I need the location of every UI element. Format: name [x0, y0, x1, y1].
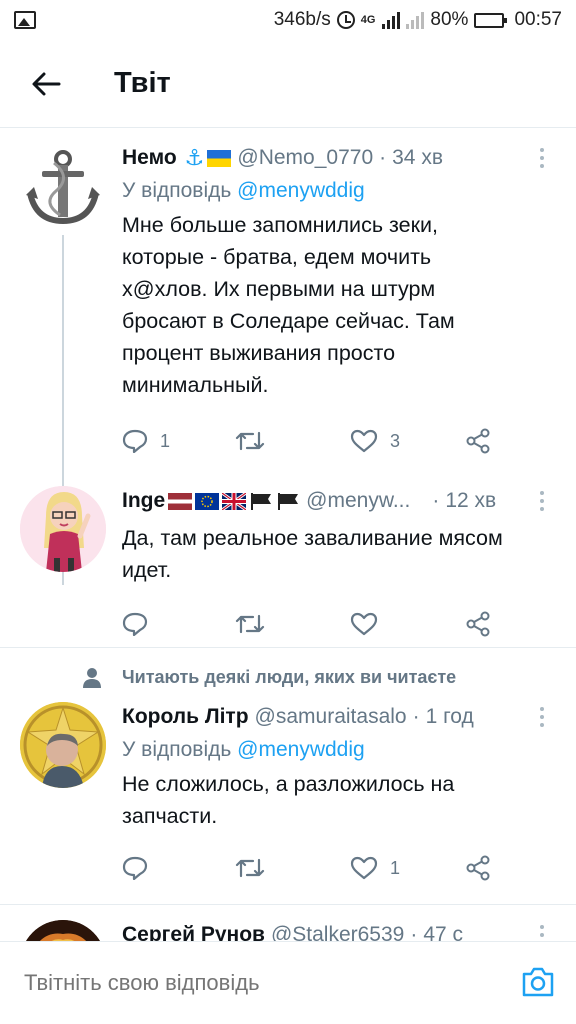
- black-flag-icon: [278, 492, 299, 510]
- tweet-actions: 1 3: [122, 421, 546, 461]
- ukraine-flag-icon: [207, 149, 232, 167]
- tweet-actions: [122, 604, 546, 644]
- eu-flag-icon: [195, 492, 220, 510]
- like-count: 3: [390, 430, 401, 451]
- timestamp[interactable]: 12 хв: [445, 489, 496, 513]
- alarm-icon: [336, 11, 355, 29]
- timestamp[interactable]: 34 хв: [392, 146, 443, 170]
- reply-to-link[interactable]: @menywddig: [237, 179, 365, 202]
- share-icon: [466, 428, 490, 454]
- reply-context: У відповідь @menywddig: [122, 179, 546, 203]
- tweet-text: Да, там реальное заваливание мясом идет.: [122, 526, 503, 582]
- retweet-icon: [235, 614, 265, 634]
- header: Твіт: [0, 40, 576, 128]
- share-button[interactable]: [465, 428, 491, 454]
- reply-prefix: У відповідь: [122, 179, 232, 202]
- reply-icon: [122, 612, 148, 636]
- user-handle[interactable]: @Stalker6539: [271, 923, 404, 941]
- timestamp[interactable]: 47 с: [423, 923, 463, 941]
- reply-count: 1: [160, 430, 171, 451]
- display-name[interactable]: Сергей Рунов: [122, 923, 265, 941]
- reply-icon: [122, 429, 148, 453]
- tweet-header: Король Літр @samuraitasalo · 1 год: [122, 705, 474, 729]
- tweet-header: Немо ⚓ @Nemo_0770 · 34 хв: [122, 145, 443, 170]
- reply-prefix: У відповідь: [122, 738, 232, 761]
- network-speed: 346b/s: [273, 9, 331, 30]
- back-button[interactable]: [16, 54, 76, 114]
- camera-button[interactable]: [520, 964, 556, 1000]
- status-bar: 346b/s 4G 80% 00:57: [0, 0, 576, 40]
- uk-flag-icon: [222, 492, 247, 510]
- battery-percent: 80%: [430, 9, 469, 30]
- timestamp[interactable]: 1 год: [426, 705, 474, 729]
- retweet-button[interactable]: [235, 612, 350, 636]
- black-flag-icon: [251, 492, 272, 510]
- tweet-thread[interactable]: Немо ⚓ @Nemo_0770 · 34 хв У відповідь @m…: [0, 129, 576, 941]
- battery-icon: [474, 12, 508, 28]
- gallery-icon: [14, 11, 36, 29]
- retweet-icon: [235, 431, 265, 451]
- like-button[interactable]: 3: [350, 429, 465, 453]
- tweet-header: Inge @menyw... · 12 хв: [122, 489, 497, 513]
- reply-button[interactable]: [122, 612, 235, 636]
- camera-icon: [522, 967, 554, 997]
- reply-button[interactable]: 1: [122, 429, 235, 453]
- tweet[interactable]: Король Літр @samuraitasalo · 1 год У від…: [0, 702, 576, 888]
- tweet[interactable]: Немо ⚓ @Nemo_0770 · 34 хв У відповідь @m…: [0, 143, 576, 461]
- display-name[interactable]: Король Літр: [122, 705, 249, 729]
- reply-button[interactable]: [122, 856, 235, 880]
- reply-input[interactable]: [24, 970, 464, 996]
- retweet-icon: [235, 858, 265, 878]
- display-name[interactable]: Inge: [122, 489, 165, 513]
- tweet-text: Не сложилось, а разложилось на запчасти.: [122, 772, 455, 828]
- person-icon: [83, 668, 101, 688]
- network-type: 4G: [360, 14, 376, 26]
- share-button[interactable]: [465, 855, 491, 881]
- like-icon: [350, 429, 378, 453]
- retweet-button[interactable]: [235, 429, 350, 453]
- divider: [0, 904, 576, 905]
- display-name[interactable]: Немо: [122, 146, 177, 170]
- tweet[interactable]: Сергей Рунов @Stalker6539 · 47 с: [0, 920, 576, 941]
- more-icon[interactable]: [532, 489, 552, 513]
- divider: [0, 647, 576, 648]
- latvia-flag-icon: [168, 492, 193, 510]
- reply-icon: [122, 856, 148, 880]
- tweet[interactable]: Inge @menyw... · 12 хв Да, там реальное …: [0, 486, 576, 644]
- like-icon: [350, 612, 378, 636]
- user-handle[interactable]: @menyw...: [306, 489, 410, 513]
- more-icon[interactable]: [532, 705, 552, 729]
- user-handle[interactable]: @samuraitasalo: [255, 705, 407, 729]
- like-button[interactable]: [350, 612, 465, 636]
- reply-context: У відповідь @menywddig: [122, 738, 546, 762]
- social-context: Читають деякі люди, яких ви читаєте: [0, 657, 576, 697]
- clock: 00:57: [514, 9, 562, 30]
- signal-icon: [382, 11, 401, 29]
- tweet-actions: 1: [122, 848, 546, 888]
- reply-composer: [0, 941, 576, 1024]
- more-icon[interactable]: [532, 923, 552, 941]
- anchor-emoji: ⚓: [184, 145, 205, 170]
- like-count: 1: [390, 857, 401, 878]
- share-button[interactable]: [465, 611, 491, 637]
- like-button[interactable]: 1: [350, 856, 465, 880]
- retweet-button[interactable]: [235, 856, 350, 880]
- share-icon: [466, 855, 490, 881]
- page-title: Твіт: [114, 67, 171, 99]
- back-arrow-icon: [32, 72, 61, 95]
- tweet-text: Мне больше запомнились зеки, которые - б…: [122, 213, 455, 397]
- social-context-text: Читають деякі люди, яких ви читаєте: [122, 666, 457, 687]
- like-icon: [350, 856, 378, 880]
- user-handle[interactable]: @Nemo_0770: [237, 146, 373, 170]
- tweet-header: Сергей Рунов @Stalker6539 · 47 с: [122, 920, 546, 941]
- more-icon[interactable]: [532, 146, 552, 170]
- share-icon: [466, 611, 490, 637]
- reply-to-link[interactable]: @menywddig: [237, 738, 365, 761]
- signal-icon-secondary: [406, 11, 425, 29]
